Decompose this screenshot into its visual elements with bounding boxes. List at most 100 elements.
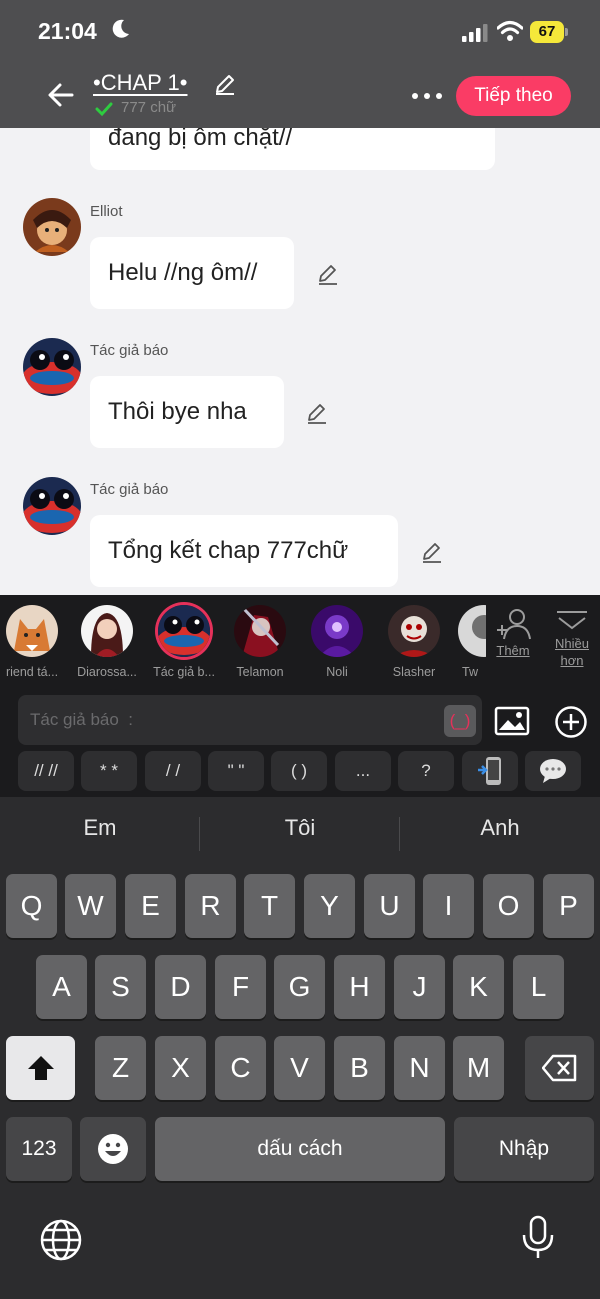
quick-chip[interactable]: // // [18, 751, 74, 791]
message-bubble[interactable]: Helu //ng ôm// [90, 237, 294, 309]
key[interactable]: S [95, 955, 146, 1019]
quick-chip[interactable]: ... [335, 751, 391, 791]
quick-chip[interactable]: * * [81, 751, 137, 791]
key[interactable]: V [274, 1036, 325, 1100]
avatar[interactable] [23, 477, 81, 535]
key[interactable]: P [543, 874, 594, 938]
key[interactable]: G [274, 955, 325, 1019]
status-time: 21:04 [38, 18, 97, 44]
key[interactable]: A [36, 955, 87, 1019]
key[interactable]: Y [304, 874, 355, 938]
chapter-title[interactable]: •CHAP 1• [93, 70, 187, 96]
quick-chip[interactable]: / / [145, 751, 201, 791]
next-button[interactable]: Tiếp theo [456, 76, 571, 116]
character-item[interactable]: Tw [458, 605, 486, 679]
character-label: Slasher [392, 665, 436, 679]
key[interactable]: E [125, 874, 176, 938]
word-count: 777 chữ [121, 99, 177, 116]
quick-chip[interactable]: ( ) [271, 751, 327, 791]
avatar[interactable] [23, 338, 81, 396]
character-label: Noli [326, 665, 348, 679]
chat-bubble-chip[interactable] [525, 751, 581, 791]
character-item[interactable]: Noli [301, 605, 373, 679]
character-avatar [311, 605, 363, 657]
character-label: riend tá... [5, 665, 59, 679]
bracket-insert-button[interactable]: (_) [444, 705, 476, 737]
backspace-key[interactable] [525, 1036, 594, 1100]
moon-icon [112, 19, 129, 38]
key[interactable]: R [185, 874, 236, 938]
character-item-selected[interactable]: Tác giả b... [148, 605, 220, 679]
numbers-key[interactable]: 123 [6, 1117, 72, 1181]
keyboard: Em Tôi Anh Q W E R T Y U I O P A S D F G… [0, 797, 600, 1299]
more-characters-button[interactable]: Nhiều hơn [551, 608, 593, 669]
message-bubble[interactable]: Tổng kết chap 777chữ [90, 515, 398, 587]
more-options-icon[interactable] [410, 86, 444, 106]
character-label: Telamon [236, 665, 284, 679]
key[interactable]: U [364, 874, 415, 938]
sender-name: Elliot [90, 203, 123, 220]
key[interactable]: L [513, 955, 564, 1019]
back-arrow-icon[interactable] [44, 78, 78, 112]
message-input[interactable] [18, 695, 482, 745]
character-avatar [234, 605, 286, 657]
message-text: Thôi bye nha [108, 398, 247, 425]
message-bubble[interactable]: Thôi bye nha [90, 376, 284, 448]
key[interactable]: F [215, 955, 266, 1019]
character-avatar [388, 605, 440, 657]
suggestion[interactable]: Tôi [200, 815, 400, 841]
key[interactable]: D [155, 955, 206, 1019]
character-item[interactable]: Telamon [224, 605, 296, 679]
quick-chip[interactable]: " " [208, 751, 264, 791]
key[interactable]: M [453, 1036, 504, 1100]
add-character-label: Thêm [496, 643, 530, 658]
character-avatar [158, 605, 210, 657]
edit-message-pencil-icon[interactable] [316, 262, 340, 286]
shift-key[interactable] [6, 1036, 75, 1100]
key[interactable]: H [334, 955, 385, 1019]
space-key[interactable]: dấu cách [155, 1117, 445, 1181]
key[interactable]: W [65, 874, 116, 938]
key[interactable]: N [394, 1036, 445, 1100]
shift-arrow-icon [27, 1056, 54, 1080]
edit-message-pencil-icon[interactable] [420, 540, 444, 564]
quick-chip[interactable]: ? [398, 751, 454, 791]
key[interactable]: X [155, 1036, 206, 1100]
key[interactable]: C [215, 1036, 266, 1100]
character-avatar [6, 605, 58, 657]
key[interactable]: T [244, 874, 295, 938]
key[interactable]: Q [6, 874, 57, 938]
character-label: Tw [462, 665, 478, 679]
key[interactable]: B [334, 1036, 385, 1100]
message-bubble[interactable]: đang bị ôm chặt// [90, 128, 495, 170]
phone-chip[interactable] [462, 751, 518, 791]
character-selector: riend tá... Diarossa... Tác giả b... Tel… [0, 595, 600, 687]
app-header: 21:04 67 •CHAP 1• 777 chữ Tiếp theo [0, 0, 600, 128]
character-item[interactable]: Diarossa... [71, 605, 143, 679]
character-avatar [81, 605, 133, 657]
microphone-icon[interactable] [520, 1215, 556, 1261]
avatar[interactable] [23, 198, 81, 256]
character-label: Diarossa... [77, 665, 137, 679]
edit-title-pencil-icon[interactable] [213, 72, 237, 96]
key[interactable]: I [423, 874, 474, 938]
character-item[interactable]: riend tá... [0, 605, 68, 679]
signal-icon [462, 24, 488, 42]
key[interactable]: J [394, 955, 445, 1019]
add-character-button[interactable]: Thêm [493, 608, 533, 658]
return-key[interactable]: Nhập [454, 1117, 594, 1181]
character-item[interactable]: Slasher [378, 605, 450, 679]
globe-icon[interactable] [40, 1219, 82, 1261]
battery-level: 67 [530, 21, 564, 43]
key[interactable]: O [483, 874, 534, 938]
edit-message-pencil-icon[interactable] [305, 401, 329, 425]
suggestion[interactable]: Em [0, 815, 200, 841]
add-circle-icon[interactable] [554, 705, 588, 739]
image-icon[interactable] [494, 705, 530, 737]
add-person-icon [497, 609, 531, 640]
emoji-key[interactable] [80, 1117, 146, 1181]
key[interactable]: Z [95, 1036, 146, 1100]
key[interactable]: K [453, 955, 504, 1019]
more-characters-label: Nhiều hơn [555, 636, 589, 668]
suggestion[interactable]: Anh [400, 815, 600, 841]
